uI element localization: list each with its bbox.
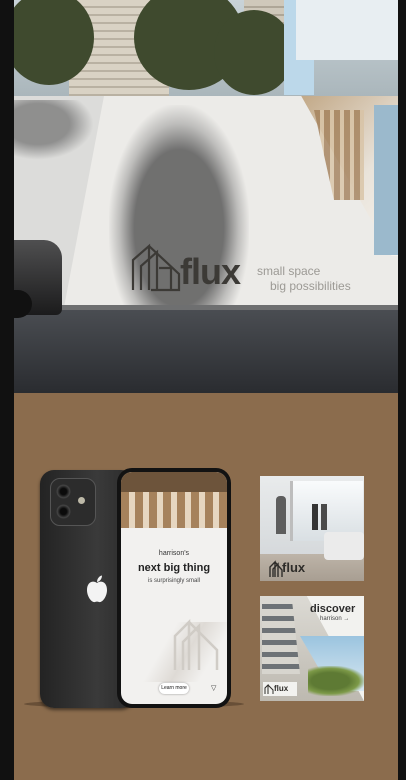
apple-logo-icon [87, 575, 107, 603]
white-signage [296, 0, 398, 60]
card-person [321, 504, 327, 530]
screen-corner-icon: ▽ [211, 685, 217, 692]
mockup-frame: flux small space big possibilities  har… [14, 0, 398, 780]
phone-screen: harrison's next big thing is surprisingl… [121, 472, 227, 704]
tagline-line-2: big possibilities [270, 279, 351, 293]
card-trees [308, 666, 364, 696]
camera-lens [56, 504, 71, 519]
card-headline: discover [310, 603, 356, 615]
interior-window-strip [374, 105, 398, 255]
screen-subline: is surprisingly small [147, 578, 200, 584]
card-subline: harrison → [320, 616, 350, 622]
card-flux-wordmark: flux [282, 560, 306, 575]
card-flux-wordmark: flux [274, 684, 289, 693]
social-card-exterior: discover harrison → flux [260, 596, 364, 701]
card-sofa [324, 532, 364, 560]
social-card-interior: flux [260, 476, 364, 581]
street [14, 310, 398, 393]
screen-headline: next big thing [137, 562, 211, 574]
card-person [276, 496, 286, 534]
screen-kicker: harrison's [158, 550, 190, 557]
camera-lens [56, 484, 71, 499]
screen-hero-ceiling [121, 472, 227, 492]
tree-shadow-small [14, 100, 94, 160]
flux-house-logo-icon [264, 684, 274, 694]
card-person [312, 504, 318, 530]
hoarding-billboard-photo: flux small space big possibilities [14, 0, 398, 393]
learn-more-button[interactable]: Learn more [159, 683, 189, 694]
camera-bump [50, 478, 96, 526]
tree-canopy [214, 10, 294, 95]
house-outline-icon [173, 618, 219, 670]
flux-wordmark: flux [180, 251, 241, 292]
flash-icon [78, 497, 85, 504]
tagline-line-1: small space [257, 264, 321, 278]
